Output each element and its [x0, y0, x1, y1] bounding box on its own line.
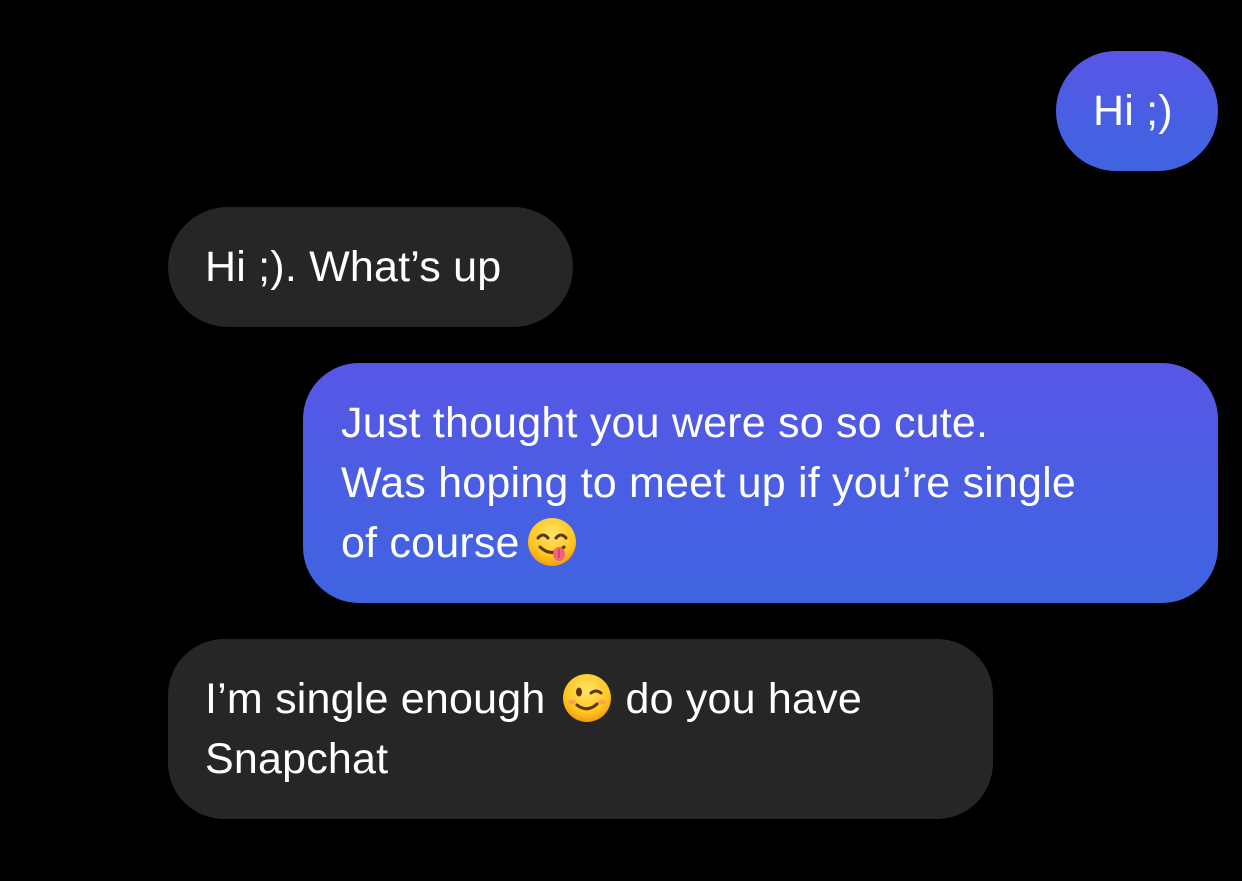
message-text-line: of course — [341, 513, 1218, 573]
message-text-segment: of course — [341, 519, 520, 567]
message-bubble-incoming[interactable]: Hi ;). What’s up — [168, 207, 573, 327]
message-bubble-incoming[interactable]: I’m single enough do you have Snapchat — [168, 639, 993, 819]
message-text-line: Was hoping to meet up if you’re single — [341, 459, 1077, 507]
message-text-line: Snapchat — [205, 735, 389, 783]
message-text-segment: I’m single enough — [205, 675, 546, 723]
message-bubble-outgoing[interactable]: Just thought you were so so cute. Was ho… — [303, 363, 1218, 603]
message-text-line: Just thought you were so so cute. — [341, 399, 989, 447]
message-text-segment: do you have — [625, 675, 862, 723]
message-text: Hi ;). What’s up — [205, 243, 502, 291]
message-text-line: I’m single enough do you have — [205, 669, 993, 729]
message-thread: Hi ;) Hi ;). What’s up Just thought you … — [0, 0, 1242, 881]
winking-face-icon — [561, 672, 613, 724]
face-savoring-food-icon — [526, 516, 578, 568]
message-bubble-outgoing[interactable]: Hi ;) — [1056, 51, 1218, 171]
message-text: Hi ;) — [1093, 87, 1173, 135]
